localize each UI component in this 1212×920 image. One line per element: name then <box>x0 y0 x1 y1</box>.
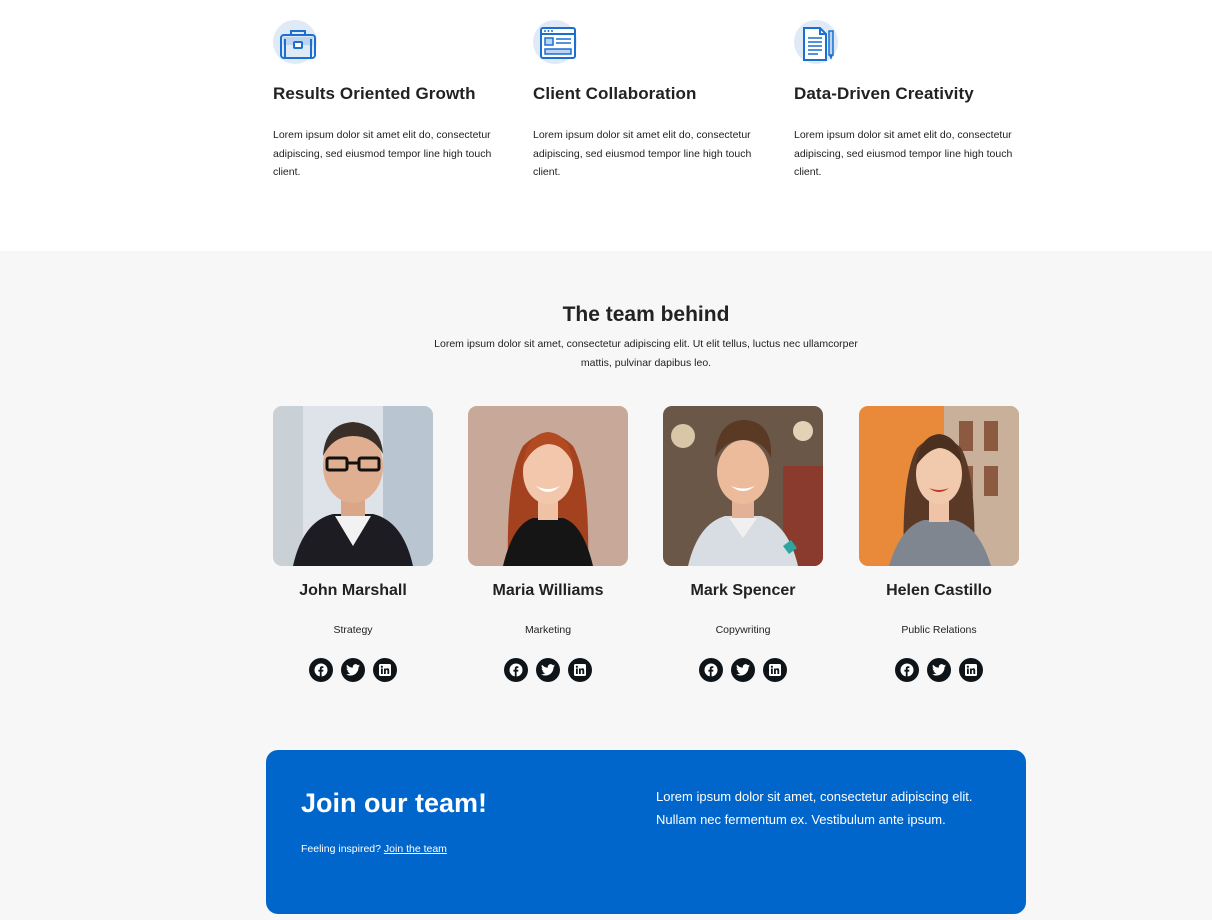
facebook-icon[interactable] <box>699 658 723 682</box>
member-photo <box>273 406 433 566</box>
feature-title: Results Oriented Growth <box>273 84 476 103</box>
team-heading: The team behind <box>562 303 730 326</box>
member-name: Mark Spencer <box>690 582 796 599</box>
team-member-card: John Marshall Strategy <box>273 406 433 682</box>
member-socials <box>468 658 628 682</box>
feature-results-growth: Results Oriented Growth Lorem ipsum dolo… <box>273 20 503 182</box>
join-blurb: Lorem ipsum dolor sit amet, consectetur … <box>656 789 973 827</box>
feature-text: Lorem ipsum dolor sit amet elit do, cons… <box>794 129 1013 178</box>
member-socials <box>663 658 823 682</box>
member-photo <box>859 406 1019 566</box>
briefcase-icon <box>273 20 321 68</box>
feature-text: Lorem ipsum dolor sit amet elit do, cons… <box>273 129 492 178</box>
features-section: Results Oriented Growth Lorem ipsum dolo… <box>0 0 1212 251</box>
linkedin-icon[interactable] <box>568 658 592 682</box>
feature-title: Client Collaboration <box>533 84 697 103</box>
member-role: Copywriting <box>715 624 771 636</box>
member-role: Marketing <box>524 624 572 636</box>
twitter-icon[interactable] <box>536 658 560 682</box>
team-member-card: Maria Williams Marketing <box>468 406 628 682</box>
member-name: Maria Williams <box>492 582 604 599</box>
join-prompt: Feeling inspired? <box>301 843 381 855</box>
facebook-icon[interactable] <box>895 658 919 682</box>
linkedin-icon[interactable] <box>763 658 787 682</box>
twitter-icon[interactable] <box>927 658 951 682</box>
feature-client-collaboration: Client Collaboration Lorem ipsum dolor s… <box>533 20 763 182</box>
browser-window-icon <box>533 20 581 68</box>
member-photo <box>468 406 628 566</box>
join-heading: Join our team! <box>301 788 488 818</box>
facebook-icon[interactable] <box>504 658 528 682</box>
twitter-icon[interactable] <box>731 658 755 682</box>
linkedin-icon[interactable] <box>373 658 397 682</box>
join-prompt-line: Feeling inspired? Join the team <box>301 843 447 855</box>
document-pencil-icon <box>794 20 842 68</box>
team-member-card: Mark Spencer Copywriting <box>663 406 823 682</box>
team-section: The team behind Lorem ipsum dolor sit am… <box>0 251 1212 920</box>
team-member-card: Helen Castillo Public Relations <box>859 406 1019 682</box>
feature-text: Lorem ipsum dolor sit amet elit do, cons… <box>533 129 752 178</box>
feature-title: Data-Driven Creativity <box>794 84 974 103</box>
facebook-icon[interactable] <box>309 658 333 682</box>
member-name: John Marshall <box>299 582 407 599</box>
feature-data-driven-creativity: Data-Driven Creativity Lorem ipsum dolor… <box>794 20 1024 182</box>
team-intro: Lorem ipsum dolor sit amet, consectetur … <box>434 338 858 369</box>
member-photo <box>663 406 823 566</box>
member-socials <box>859 658 1019 682</box>
linkedin-icon[interactable] <box>959 658 983 682</box>
member-name: Helen Castillo <box>886 582 992 599</box>
member-socials <box>273 658 433 682</box>
member-role: Strategy <box>333 624 373 636</box>
member-role: Public Relations <box>901 624 977 636</box>
join-the-team-link[interactable]: Join the team <box>384 843 447 855</box>
twitter-icon[interactable] <box>341 658 365 682</box>
join-team-banner: Join our team! Feeling inspired? Join th… <box>266 750 1026 914</box>
